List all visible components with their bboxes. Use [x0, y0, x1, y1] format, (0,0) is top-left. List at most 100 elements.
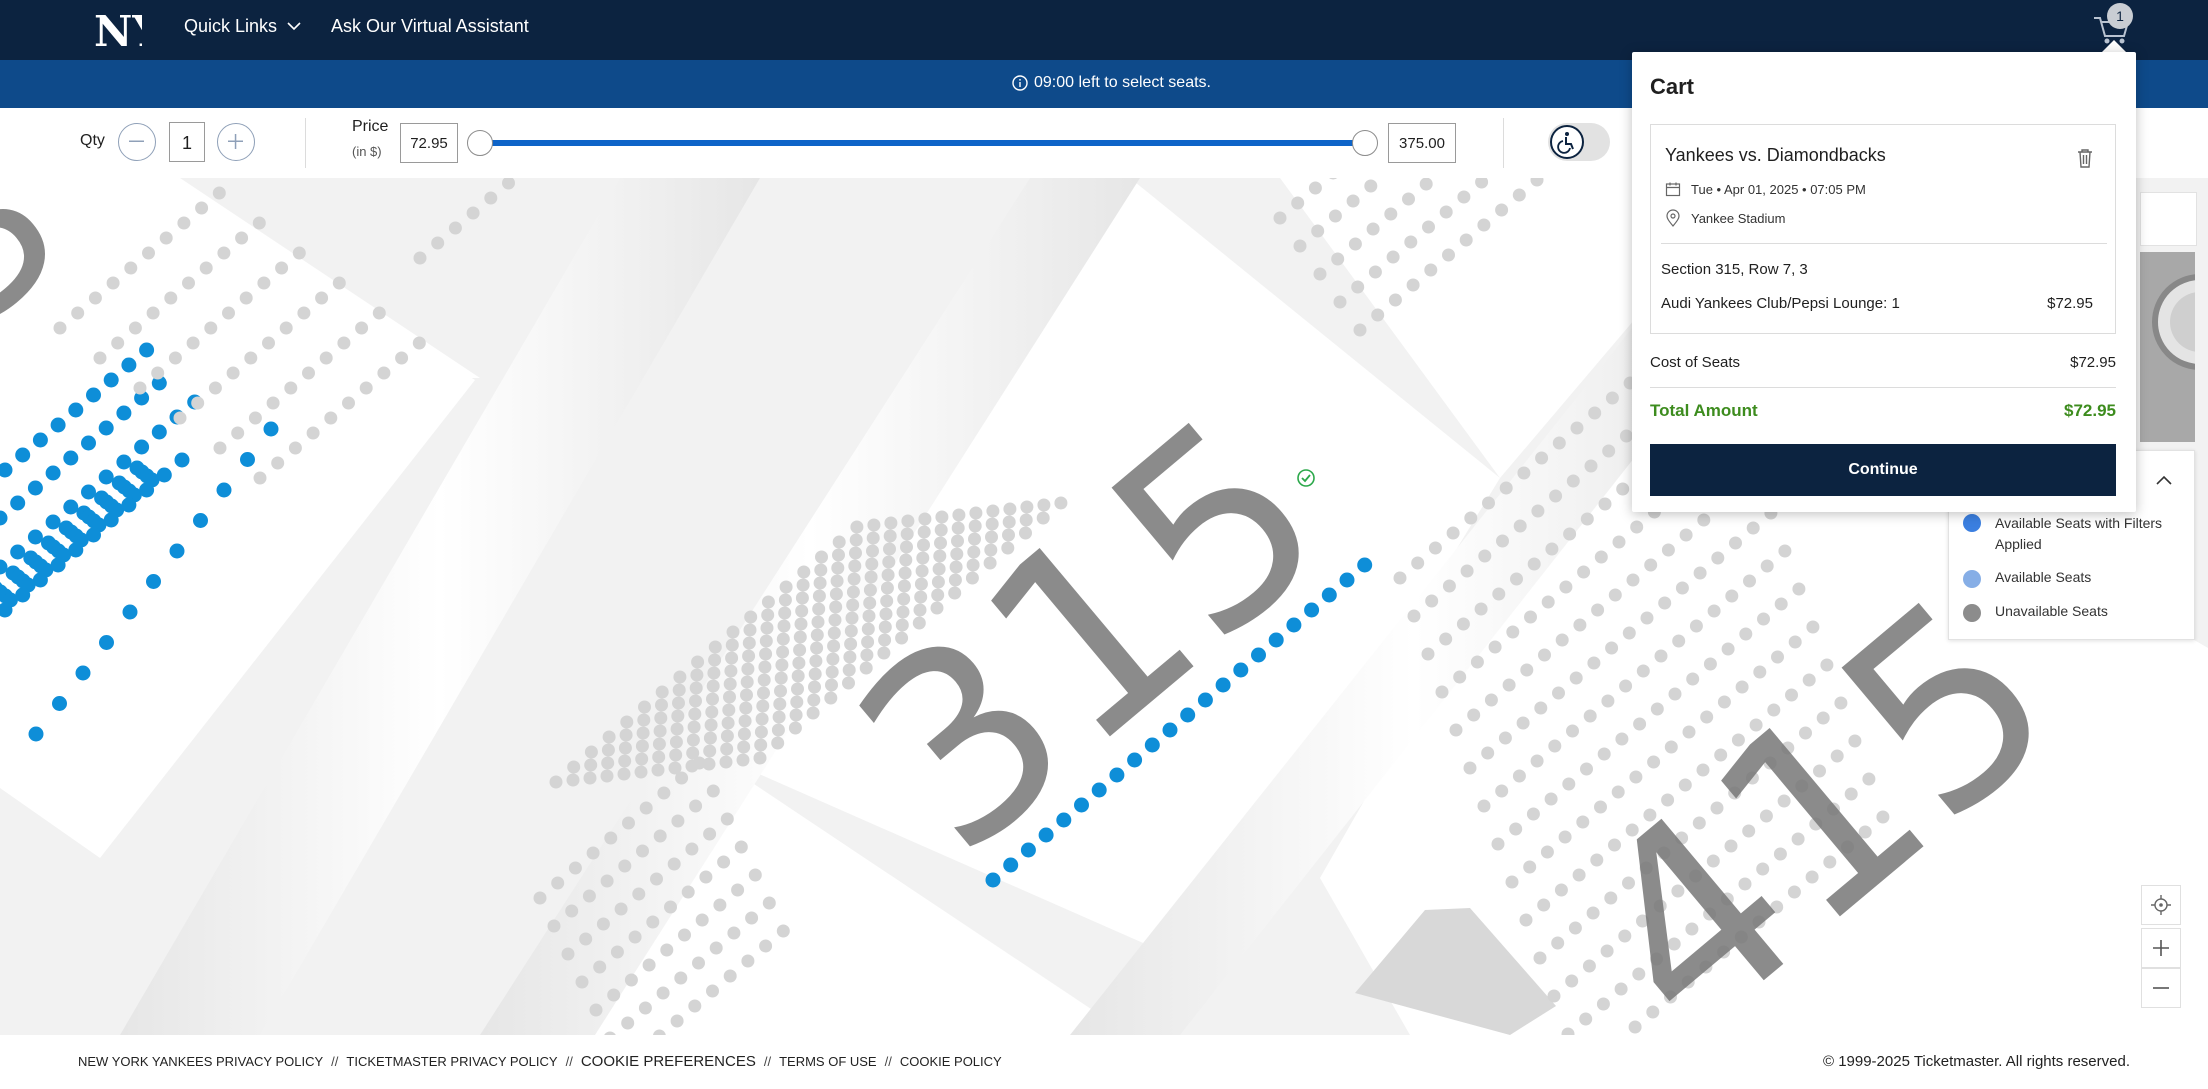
available-seat[interactable]: [32, 432, 48, 448]
accessible-seats-toggle[interactable]: [1548, 123, 1610, 161]
available-seat[interactable]: [63, 450, 79, 466]
unavailable-seat: [1348, 237, 1362, 251]
unavailable-seat: [1757, 612, 1770, 626]
toolbar-divider: [305, 118, 306, 168]
footer-link[interactable]: NEW YORK YANKEES PRIVACY POLICY: [78, 1054, 323, 1069]
available-seat[interactable]: [81, 484, 96, 500]
price-slider-min-handle[interactable]: [467, 130, 493, 156]
virtual-assistant-link[interactable]: Ask Our Virtual Assistant: [331, 16, 529, 37]
price-max-input[interactable]: 375.00: [1388, 123, 1456, 163]
legend-collapse-button[interactable]: [2136, 458, 2191, 502]
unavailable-seat: [199, 261, 213, 275]
available-seat[interactable]: [121, 497, 137, 513]
footer-link[interactable]: COOKIE PREFERENCES: [581, 1053, 756, 1070]
timer-text: 09:00 left to select seats.: [1034, 74, 1211, 91]
unavailable-seat: [1481, 746, 1495, 760]
available-seat[interactable]: [134, 439, 150, 455]
available-seat[interactable]: [121, 357, 137, 373]
search-panel[interactable]: [2140, 192, 2197, 246]
yankees-logo[interactable]: NY: [90, 2, 142, 56]
footer-link[interactable]: TERMS OF USE: [779, 1054, 877, 1069]
zoom-in-button[interactable]: [2141, 928, 2181, 968]
footer: NEW YORK YANKEES PRIVACY POLICY // TICKETM…: [0, 1035, 2208, 1089]
trash-icon[interactable]: [2075, 147, 2095, 169]
available-seat[interactable]: [103, 372, 119, 388]
available-seat[interactable]: [156, 467, 172, 483]
available-seat[interactable]: [27, 529, 43, 545]
stadium-overview-thumbnail[interactable]: [2140, 252, 2195, 442]
unavailable-seat: [208, 381, 222, 395]
accessible-seat[interactable]: [240, 452, 255, 467]
available-seat[interactable]: [10, 495, 26, 511]
accessible-seat[interactable]: [75, 665, 91, 681]
footer-link[interactable]: COOKIE POLICY: [900, 1054, 1002, 1069]
accessible-seat[interactable]: [52, 696, 67, 711]
unavailable-seat: [1449, 723, 1463, 737]
available-seat[interactable]: [15, 587, 31, 603]
available-seat[interactable]: [151, 424, 167, 440]
available-seat[interactable]: [32, 572, 48, 588]
locate-button[interactable]: [2141, 885, 2181, 925]
available-seat[interactable]: [81, 435, 96, 451]
available-seat[interactable]: [45, 514, 61, 530]
unavailable-seat: [773, 697, 787, 711]
qty-decrease-button[interactable]: [118, 123, 156, 161]
accessible-seat[interactable]: [28, 726, 44, 742]
selected-seat-check-icon[interactable]: [1297, 469, 1315, 487]
available-seat[interactable]: [98, 469, 114, 485]
available-seat[interactable]: [86, 527, 101, 543]
unavailable-seat: [1519, 913, 1533, 927]
available-seat[interactable]: [139, 482, 155, 498]
unavailable-seat: [624, 973, 638, 987]
footer-link[interactable]: TICKETMASTER PRIVACY POLICY: [346, 1054, 557, 1069]
available-seat[interactable]: [116, 405, 132, 421]
qty-increase-button[interactable]: [217, 123, 255, 161]
available-seat[interactable]: [139, 342, 155, 358]
accessible-seat[interactable]: [216, 482, 232, 498]
unavailable-seat: [1650, 702, 1664, 716]
unavailable-seat: [1689, 619, 1703, 633]
qty-input[interactable]: 1: [169, 122, 205, 162]
price-min-input[interactable]: 72.95: [400, 123, 458, 163]
accessible-seat[interactable]: [169, 543, 185, 559]
unavailable-seat: [1644, 558, 1658, 572]
unavailable-seat: [1654, 649, 1668, 663]
unavailable-seat: [1535, 451, 1549, 465]
accessible-seat[interactable]: [99, 635, 114, 650]
available-seat[interactable]: [103, 512, 119, 528]
unavailable-seat: [1495, 784, 1509, 798]
available-seat[interactable]: [15, 447, 31, 463]
unavailable-seat: [1463, 761, 1477, 775]
unavailable-seat: [761, 595, 775, 609]
price-slider-max-handle[interactable]: [1352, 130, 1378, 156]
available-seat[interactable]: [116, 454, 132, 470]
unavailable-seat: [1658, 596, 1672, 610]
accessible-seat[interactable]: [193, 513, 208, 528]
unavailable-seat: [1778, 544, 1792, 558]
available-seat[interactable]: [174, 452, 190, 468]
accessible-seat[interactable]: [146, 574, 161, 589]
available-seat[interactable]: [68, 542, 84, 558]
available-seat[interactable]: [10, 544, 26, 560]
unavailable-seat: [1478, 549, 1492, 563]
unavailable-seat: [1512, 188, 1526, 202]
accessible-seat[interactable]: [122, 604, 138, 620]
available-seat[interactable]: [68, 402, 84, 418]
accessible-seat[interactable]: [263, 421, 279, 437]
unavailable-seat: [708, 640, 722, 654]
unavailable-seat: [669, 748, 683, 762]
continue-button[interactable]: Continue: [1650, 444, 2116, 496]
zoom-out-button[interactable]: [2141, 968, 2181, 1008]
available-seat[interactable]: [45, 465, 61, 481]
unavailable-seat: [1555, 633, 1569, 647]
available-seat[interactable]: [98, 420, 114, 436]
available-seat[interactable]: [63, 499, 79, 515]
available-seat[interactable]: [50, 557, 66, 573]
unavailable-seat: [703, 827, 717, 841]
unavailable-seat: [1703, 657, 1717, 671]
quick-links-menu[interactable]: Quick Links: [184, 16, 302, 37]
available-seat[interactable]: [86, 387, 101, 403]
available-seat[interactable]: [50, 417, 66, 433]
available-seat[interactable]: [27, 480, 43, 496]
price-slider-track[interactable]: [480, 140, 1365, 146]
